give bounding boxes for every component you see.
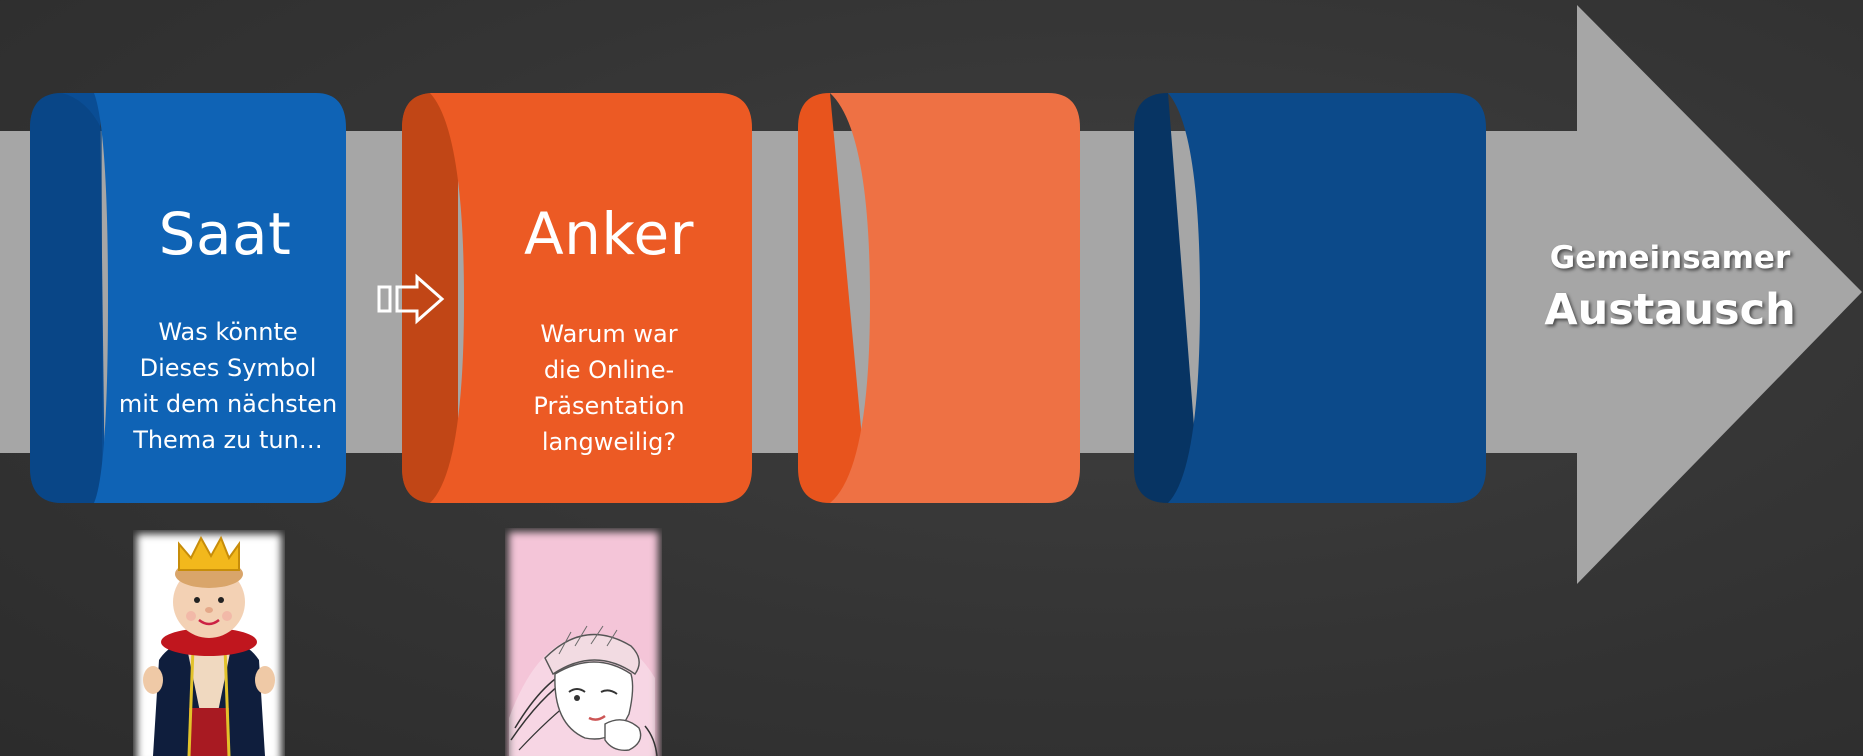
description-line: Was könnte	[158, 318, 298, 346]
arrow-label-line1: Gemeinsamer	[1549, 240, 1791, 276]
stage-fold-shadow	[30, 93, 102, 503]
process-slide: Saat Was könnte Dieses Symbol mit dem nä…	[0, 0, 1863, 756]
bored-girl-image	[505, 528, 662, 756]
description-line: die Online-	[543, 356, 675, 384]
description-line: mit dem nächsten	[118, 390, 338, 418]
description-line: Thema zu tun…	[133, 426, 323, 454]
stage-fold-shadow	[402, 93, 458, 503]
stage-description-saat: Was könnte Dieses Symbol mit dem nächste…	[108, 314, 348, 458]
stage-face	[1168, 93, 1486, 503]
description-line: Präsentation	[533, 392, 685, 420]
arrow-label-line2: Austausch	[1544, 285, 1796, 335]
king-puppet-image	[133, 530, 285, 756]
description-line: Dieses Symbol	[139, 354, 317, 382]
stage-title-saat: Saat	[158, 200, 292, 268]
stage-description-anker: Warum war die Online- Präsentation langw…	[470, 316, 748, 460]
stage-title-anker: Anker	[524, 200, 694, 268]
description-line: Warum war	[540, 320, 678, 348]
description-line: langweilig?	[541, 428, 677, 456]
